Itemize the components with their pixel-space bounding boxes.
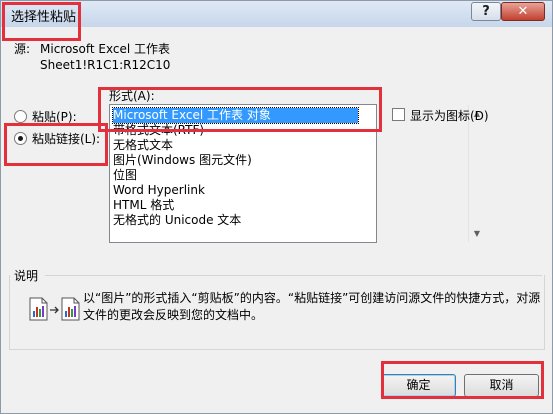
paste-link-result-icon bbox=[29, 297, 81, 324]
format-item[interactable]: 无格式文本 bbox=[113, 138, 173, 153]
cancel-button[interactable]: 取消 bbox=[464, 374, 539, 397]
format-item[interactable]: 图片(Windows 图元文件) bbox=[113, 153, 252, 168]
list-scrollbar[interactable]: ▲ ▼ bbox=[468, 105, 485, 242]
close-button[interactable]: ✕ bbox=[501, 2, 545, 21]
source-label: 源: bbox=[14, 42, 31, 56]
title-bar: 选择性粘贴 ? ✕ bbox=[1, 1, 552, 27]
format-item[interactable]: 位图 bbox=[113, 168, 137, 183]
result-description-line2: 文件的更改会反映到您的文档中。 bbox=[83, 308, 264, 322]
format-item[interactable]: 无格式的 Unicode 文本 bbox=[113, 213, 241, 228]
source-range: Sheet1!R1C1:R12C10 bbox=[40, 58, 171, 72]
paste-radio-label[interactable]: 粘贴(P): bbox=[32, 108, 77, 125]
scroll-down-icon[interactable]: ▼ bbox=[469, 225, 485, 242]
paste-radio[interactable] bbox=[14, 110, 27, 123]
format-item[interactable]: Microsoft Excel 工作表 对象 bbox=[112, 107, 359, 124]
help-button[interactable]: ? bbox=[471, 2, 501, 21]
format-listbox[interactable]: Microsoft Excel 工作表 对象 带格式文本(RTF) 无格式文本 … bbox=[109, 104, 485, 243]
format-item[interactable]: Word Hyperlink bbox=[113, 183, 205, 198]
display-as-icon-label[interactable]: 显示为图标(D) bbox=[410, 107, 489, 124]
format-item[interactable]: HTML 格式 bbox=[113, 198, 174, 213]
paste-special-dialog: 选择性粘贴 ? ✕ 源: Microsoft Excel 工作表 Sheet1!… bbox=[0, 0, 553, 414]
format-label: 形式(A): bbox=[109, 89, 155, 103]
paste-link-radio-label[interactable]: 粘贴链接(L): bbox=[32, 130, 100, 147]
display-as-icon-checkbox[interactable] bbox=[392, 108, 405, 121]
paste-link-radio[interactable] bbox=[14, 132, 27, 145]
result-description-line1: 以“图片”的形式插入“剪贴板”的内容。“粘贴链接”可创建访问源文件的快捷方式，对… bbox=[83, 291, 541, 305]
dialog-title: 选择性粘贴 bbox=[11, 10, 77, 25]
format-item[interactable]: 带格式文本(RTF) bbox=[113, 123, 204, 138]
ok-button[interactable]: 确定 bbox=[381, 374, 456, 397]
source-name: Microsoft Excel 工作表 bbox=[40, 42, 171, 56]
